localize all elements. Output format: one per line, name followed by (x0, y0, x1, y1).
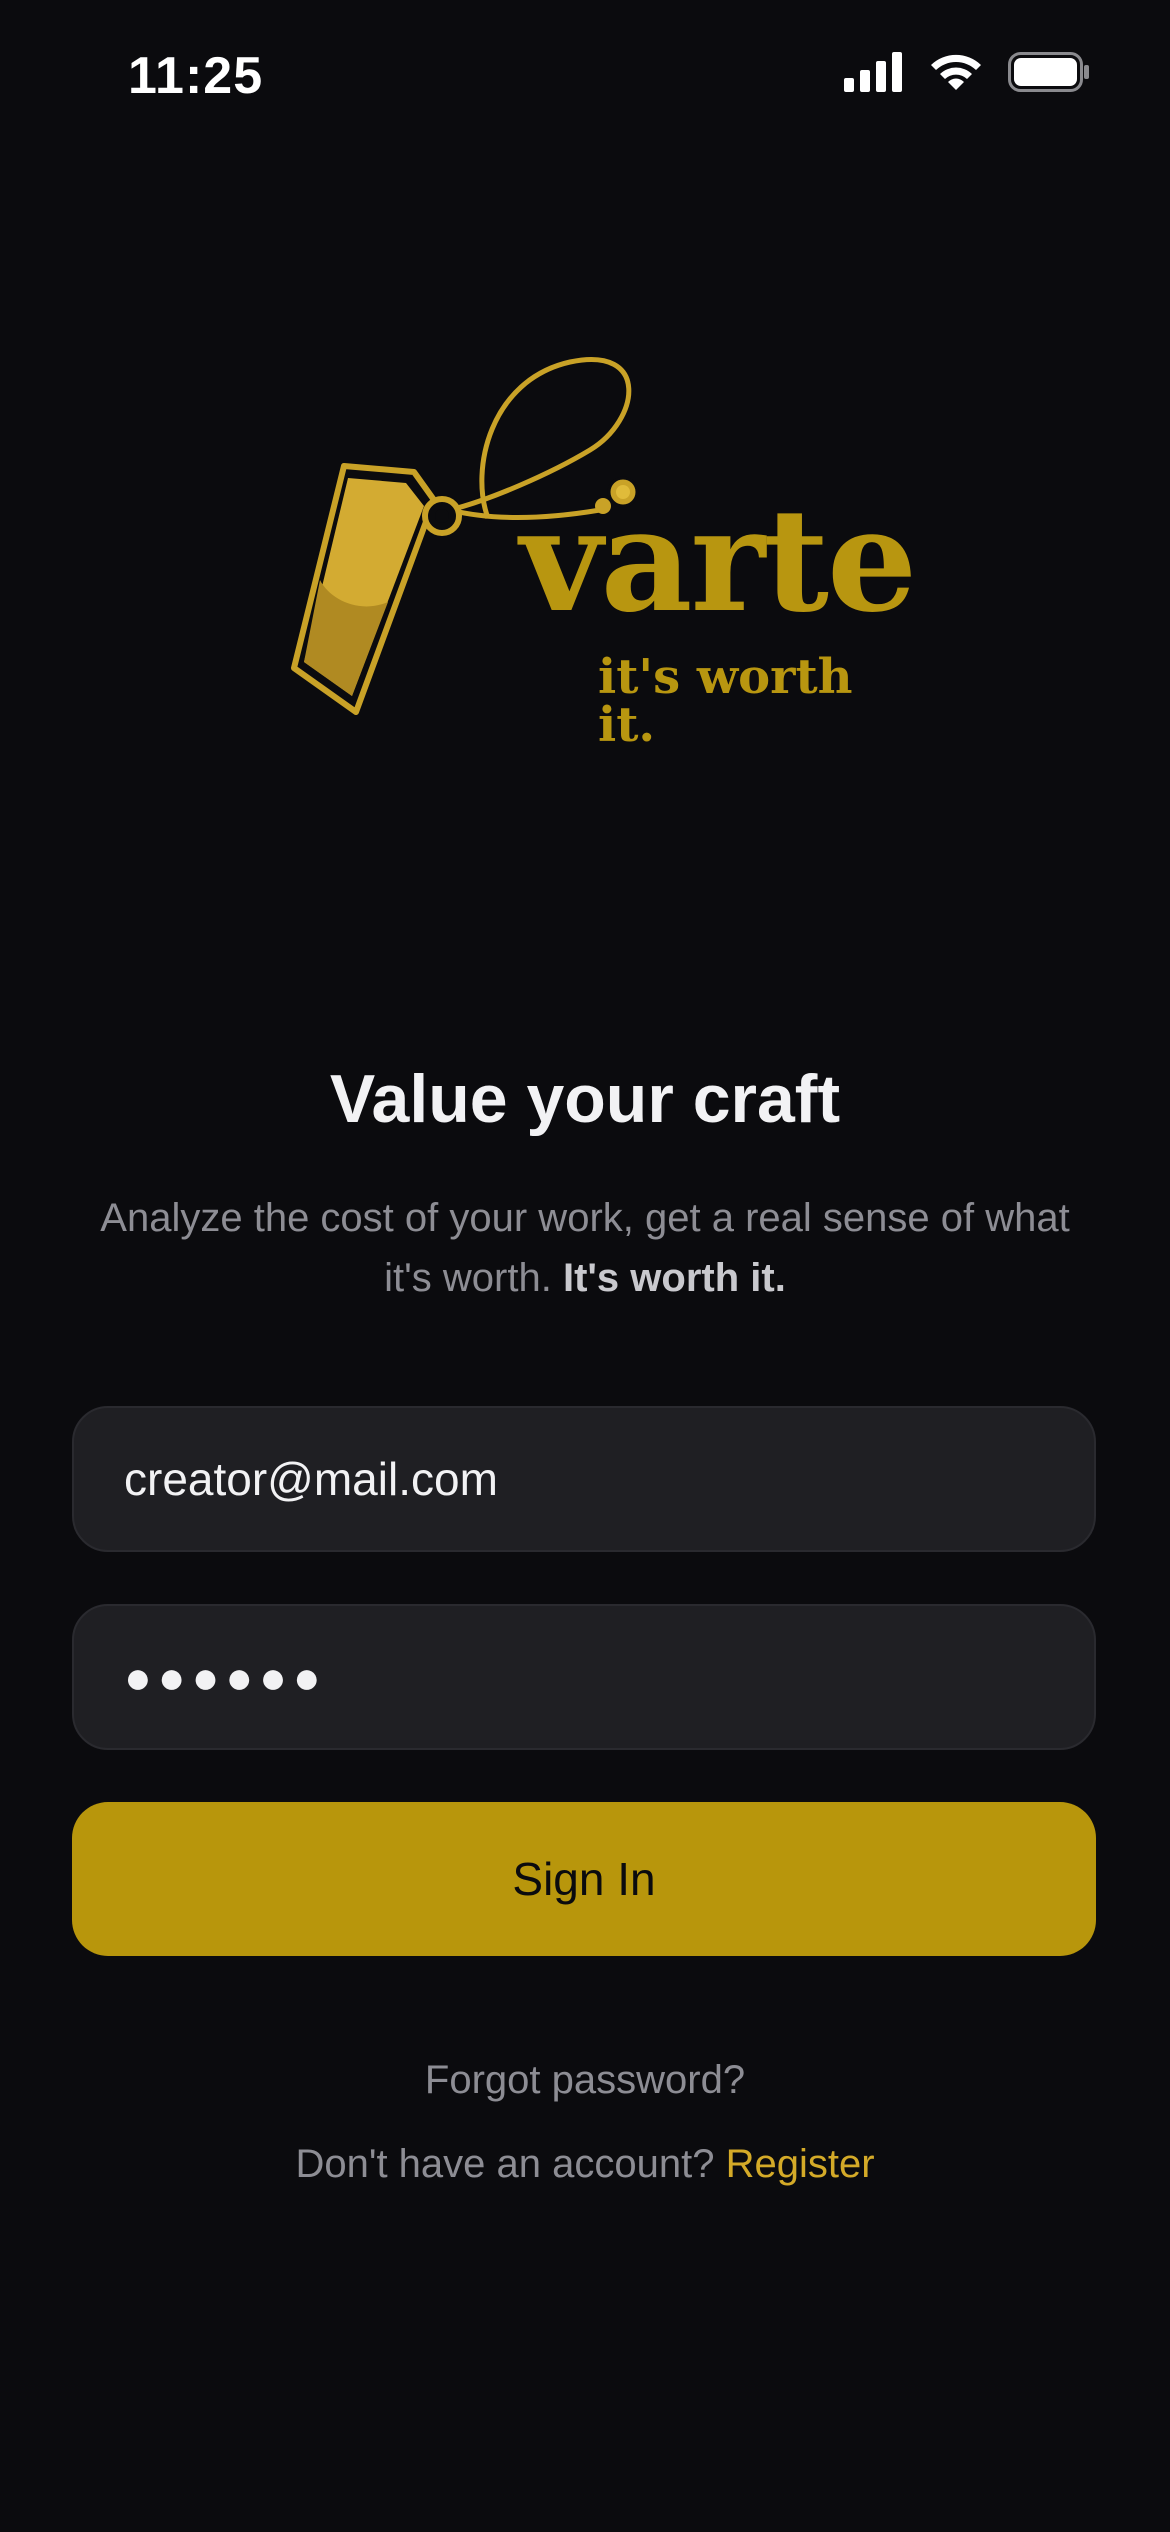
register-link[interactable]: Register (726, 2142, 875, 2186)
sign-in-button[interactable]: Sign In (72, 1802, 1096, 1956)
page-subtitle: Analyze the cost of your work, get a rea… (90, 1188, 1080, 1308)
register-prompt: Don't have an account? (295, 2142, 715, 2186)
brand-name: varte (520, 478, 917, 644)
status-icons (844, 52, 1090, 97)
battery-icon (1008, 52, 1090, 97)
password-field[interactable]: ●●●●●● (72, 1604, 1096, 1750)
register-row: Don't have an account? Register (0, 2142, 1170, 2187)
cellular-signal-icon (844, 52, 904, 97)
password-value: ●●●●●● (124, 1651, 327, 1703)
status-time: 11:25 (128, 47, 264, 105)
subtitle-emphasis: It's worth it. (562, 1256, 786, 1300)
email-value: creator@mail.com (124, 1453, 498, 1505)
brand-tagline: it's worth it. (598, 649, 853, 753)
wifi-icon (928, 52, 984, 97)
email-field[interactable]: creator@mail.com (72, 1406, 1096, 1552)
status-bar: 11:25 (0, 0, 1170, 150)
brand-logo: varte it's worth it. (290, 350, 917, 749)
page-title: Value your craft (329, 1061, 841, 1137)
forgot-password-link[interactable]: Forgot password? (0, 2058, 1170, 2103)
